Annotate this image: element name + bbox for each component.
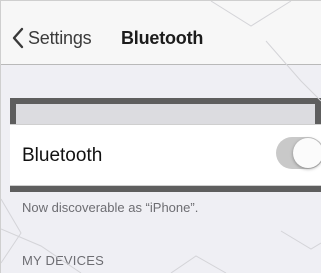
bluetooth-setting-row: Bluetooth [10,124,321,186]
settings-screen: Settings Bluetooth Bluetooth Now discove… [1,1,321,273]
back-button-label: Settings [28,27,92,48]
discoverable-note: Now discoverable as “iPhone”. [22,200,199,215]
back-button[interactable]: Settings [11,27,92,49]
navigation-bar: Settings Bluetooth [1,1,321,65]
bluetooth-row-label: Bluetooth [22,145,103,166]
my-devices-header: MY DEVICES [22,253,104,268]
page-title: Bluetooth [121,28,204,48]
bluetooth-toggle[interactable] [276,137,321,169]
toggle-knob [293,138,321,168]
chevron-left-icon [12,27,24,49]
